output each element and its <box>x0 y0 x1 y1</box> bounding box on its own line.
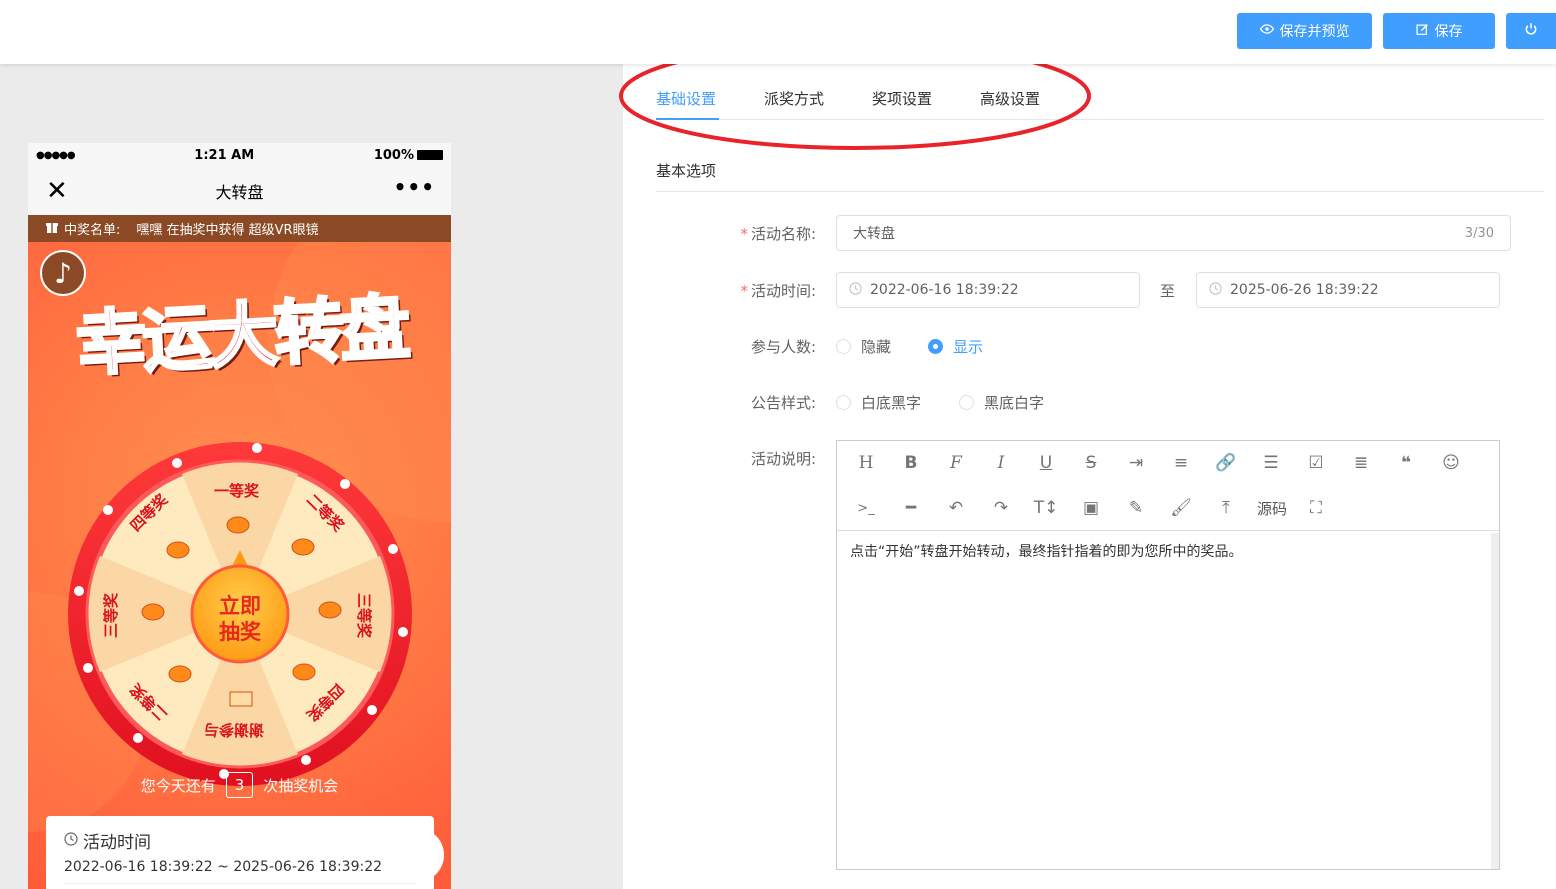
chances-prefix: 您今天还有 <box>140 776 216 795</box>
image-icon[interactable]: ▣ <box>1079 496 1103 520</box>
gift-small-icon <box>46 221 58 237</box>
end-time-value: 2025-06-26 18:39:22 <box>1230 282 1379 298</box>
chances-count: 3 <box>225 772 254 798</box>
eye-icon <box>1259 22 1274 40</box>
bold-icon[interactable]: B <box>899 451 923 475</box>
editor-content[interactable]: 点击“开始”转盘开始转动，最终指针指着的即为您所中的奖品。 <box>850 541 1243 561</box>
quote-icon[interactable]: ❝ <box>1394 451 1418 475</box>
code-icon[interactable]: >_ <box>854 496 878 520</box>
activity-name-input[interactable]: 大转盘 3/30 <box>836 215 1511 251</box>
fullscreen-icon[interactable]: ⛶ <box>1304 496 1328 520</box>
chances-line: 您今天还有 3 次抽奖机会 <box>28 772 451 798</box>
phone-preview: ●●●●● 1:21 AM 100% ✕ 大转盘 ••• 中奖名单: 嘿嘿 在抽… <box>28 143 451 889</box>
close-icon[interactable]: ✕ <box>46 176 68 206</box>
emoji-icon[interactable]: ☺ <box>1439 451 1463 475</box>
clock-icon <box>849 281 862 299</box>
lottery-stage: ♪ 幸运大转盘 一等奖 二等奖 三等奖 四等奖 谢谢参与 二等奖 三等奖 四等奖… <box>28 242 451 889</box>
notice-label: 公告样式: <box>750 394 816 412</box>
end-time-input[interactable]: 2025-06-26 18:39:22 <box>1196 272 1500 308</box>
time-label: * 活动时间: <box>740 282 816 300</box>
undo-icon[interactable]: ↶ <box>944 496 968 520</box>
source-code-button[interactable]: 源码 <box>1255 496 1289 520</box>
divider-icon[interactable]: ━ <box>899 496 923 520</box>
participants-label: 参与人数: <box>750 338 816 356</box>
activity-time-card: 活动时间 2022-06-16 18:39:22 ~ 2025-06-26 18… <box>46 816 434 889</box>
redo-icon[interactable]: ↷ <box>989 496 1013 520</box>
save-preview-button[interactable]: 保存并预览 <box>1237 13 1372 49</box>
prize-label: 三等奖 <box>355 592 374 639</box>
top-toolbar: 保存并预览 保存 <box>0 0 1556 64</box>
indent-icon[interactable]: ⇥ <box>1124 451 1148 475</box>
save-label: 保存 <box>1434 24 1463 40</box>
activity-name-value: 大转盘 <box>853 226 895 242</box>
start-time-value: 2022-06-16 18:39:22 <box>870 282 1019 298</box>
power-icon <box>1524 22 1538 40</box>
radio-white-bg[interactable]: 白底黑字 <box>836 392 921 413</box>
heading-icon[interactable]: H <box>854 451 878 475</box>
pen-icon[interactable]: ✎ <box>1124 496 1148 520</box>
upload-icon[interactable]: ⤒ <box>1214 496 1238 520</box>
list-icon[interactable]: ☰ <box>1259 451 1283 475</box>
time-separator: 至 <box>1160 282 1176 300</box>
winners-label: 中奖名单: <box>64 223 121 238</box>
radio-show[interactable]: 显示 <box>928 336 983 357</box>
radio-black-bg[interactable]: 黑底白字 <box>959 392 1044 413</box>
rich-text-editor: H B F I U S ⇥ ≡ 🔗 ☰ ☑ ≣ ❝ ☺ >_ ━ ↶ ↷ T↕ … <box>836 440 1500 870</box>
card-title: 活动时间 <box>83 833 151 853</box>
char-counter: 3/30 <box>1464 225 1494 241</box>
start-time-input[interactable]: 2022-06-16 18:39:22 <box>836 272 1140 308</box>
align-left-icon[interactable]: ≣ <box>1349 451 1373 475</box>
battery-text: 100% <box>373 147 414 163</box>
status-bar: ●●●●● 1:21 AM 100% <box>28 143 451 167</box>
chances-suffix: 次抽奖机会 <box>263 776 339 795</box>
status-time: 1:21 AM <box>194 147 255 163</box>
brush-icon[interactable]: 🖌 <box>1169 496 1193 520</box>
name-label: * 活动名称: <box>740 225 816 243</box>
editor-toolbar: H B F I U S ⇥ ≡ 🔗 ☰ ☑ ≣ ❝ ☺ >_ ━ ↶ ↷ T↕ … <box>837 441 1499 531</box>
save-preview-label: 保存并预览 <box>1279 24 1350 40</box>
edit-icon <box>1415 23 1429 40</box>
desc-label: 活动说明: <box>750 450 816 468</box>
card-time-range: 2022-06-16 18:39:22 ~ 2025-06-26 18:39:2… <box>64 859 416 884</box>
editor-scrollbar[interactable] <box>1491 533 1499 869</box>
draw-line-2: 抽奖 <box>219 620 261 644</box>
strikethrough-icon[interactable]: S <box>1079 451 1103 475</box>
prize-label: 谢谢参与 <box>204 721 265 739</box>
draw-button[interactable]: 立即 抽奖 <box>192 593 288 645</box>
clock-icon <box>1209 281 1222 299</box>
todo-icon[interactable]: ☑ <box>1304 451 1328 475</box>
signal-indicator: ●●●●● <box>36 149 76 161</box>
draw-line-1: 立即 <box>219 594 261 618</box>
prize-label: 三等奖 <box>102 592 121 639</box>
radio-hide[interactable]: 隐藏 <box>836 336 891 357</box>
section-title: 基本选项 <box>656 162 717 180</box>
section-divider <box>656 191 1544 192</box>
clock-icon <box>64 831 78 851</box>
font-size-icon[interactable]: T↕ <box>1034 496 1059 520</box>
prize-label: 一等奖 <box>214 482 260 500</box>
font-icon[interactable]: F <box>944 451 968 475</box>
link-icon[interactable]: 🔗 <box>1214 451 1238 475</box>
more-icon[interactable]: ••• <box>394 175 435 199</box>
underline-icon[interactable]: U <box>1034 451 1058 475</box>
winners-text: 嘿嘿 在抽奖中获得 超级VR眼镜 <box>136 223 319 238</box>
winners-ticker: 中奖名单: 嘿嘿 在抽奖中获得 超级VR眼镜 <box>28 215 451 242</box>
italic-icon[interactable]: I <box>989 451 1013 475</box>
line-height-icon[interactable]: ≡ <box>1169 451 1193 475</box>
phone-navbar: ✕ 大转盘 ••• <box>28 167 451 215</box>
save-button[interactable]: 保存 <box>1383 13 1495 49</box>
phone-title: 大转盘 <box>215 183 264 202</box>
power-button[interactable] <box>1506 13 1556 49</box>
battery-icon <box>416 150 443 160</box>
